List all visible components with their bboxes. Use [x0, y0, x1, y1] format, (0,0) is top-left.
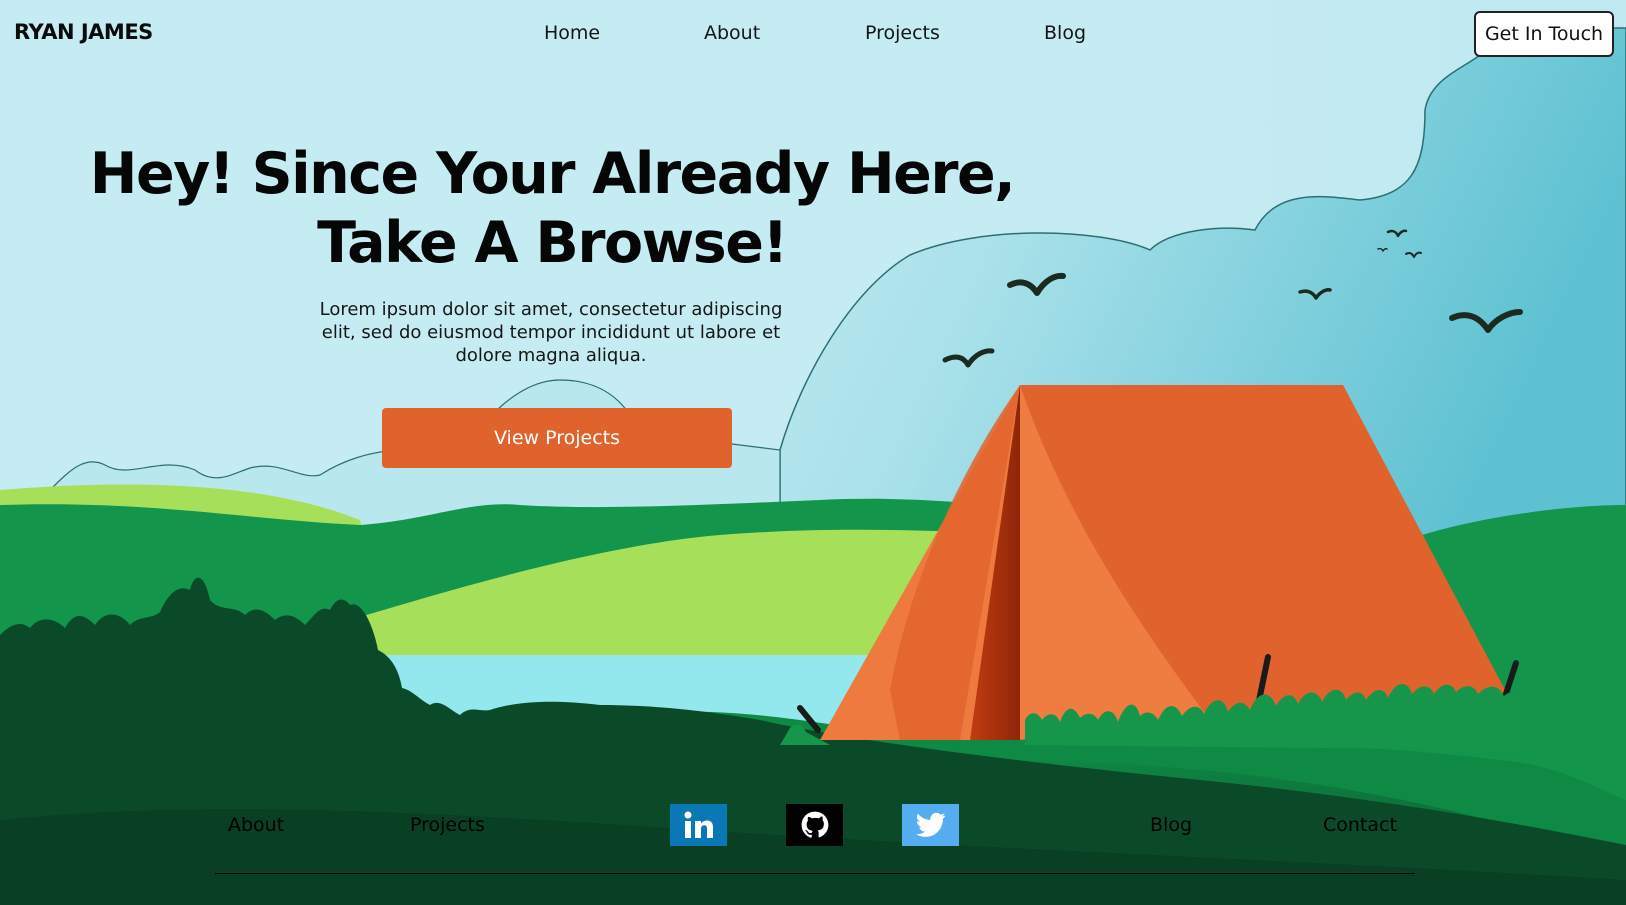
hero-title-line-1: Hey! Since Your Already Here,: [89, 141, 1016, 207]
view-projects-button[interactable]: View Projects: [382, 408, 732, 468]
main-nav: Home About Projects Blog: [0, 22, 1626, 52]
linkedin-icon: [684, 811, 713, 838]
landscape-illustration: [0, 0, 1626, 905]
footer-link-about[interactable]: About: [228, 814, 284, 836]
github-button[interactable]: [786, 804, 843, 846]
footer-link-contact[interactable]: Contact: [1323, 814, 1397, 836]
footer-divider: [215, 873, 1415, 874]
hero-title-line-2: Take A Browse!: [317, 210, 788, 276]
nav-item-blog[interactable]: Blog: [1044, 22, 1086, 44]
linkedin-button[interactable]: [670, 804, 727, 846]
hero-title: Hey! Since Your Already Here, Take A Bro…: [62, 140, 1042, 278]
nav-item-home[interactable]: Home: [544, 22, 600, 44]
get-in-touch-button[interactable]: Get In Touch: [1474, 11, 1614, 57]
nav-item-projects[interactable]: Projects: [865, 22, 940, 44]
footer-link-projects[interactable]: Projects: [410, 814, 485, 836]
github-icon: [801, 811, 828, 838]
twitter-button[interactable]: [902, 804, 959, 846]
hero-subtitle: Lorem ipsum dolor sit amet, consectetur …: [319, 299, 783, 366]
nav-item-about[interactable]: About: [704, 22, 760, 44]
footer-link-blog[interactable]: Blog: [1150, 814, 1192, 836]
twitter-icon: [915, 812, 945, 837]
